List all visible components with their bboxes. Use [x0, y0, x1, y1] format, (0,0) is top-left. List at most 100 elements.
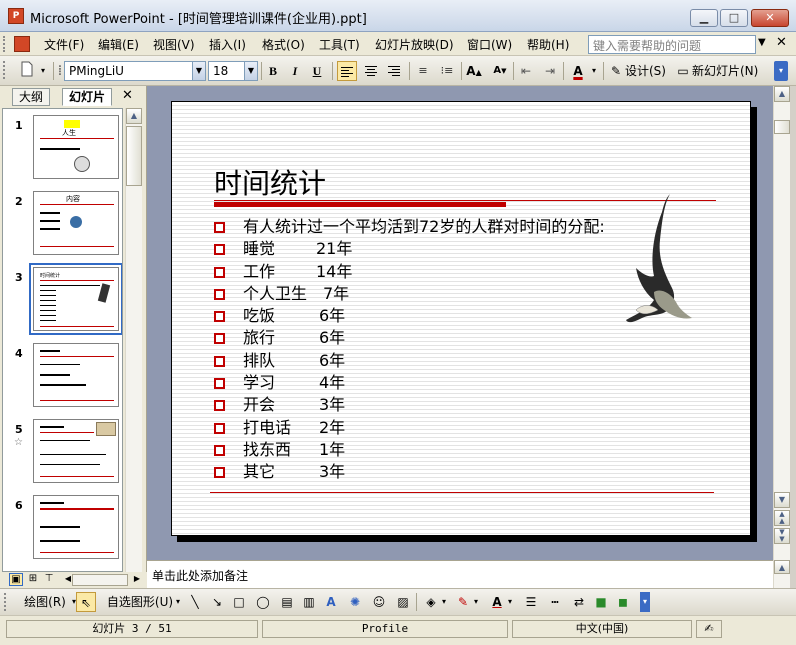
- design-button[interactable]: 设计(S): [625, 61, 671, 81]
- notes-scrollbar[interactable]: ▲: [773, 560, 790, 588]
- clipart-icon[interactable]: ☺: [370, 592, 388, 612]
- font-color-chevron-icon[interactable]: ▾: [589, 61, 599, 81]
- diagram-icon[interactable]: ✺: [346, 592, 364, 612]
- close-document-icon[interactable]: ✕: [776, 35, 787, 50]
- tab-slides[interactable]: 幻灯片: [62, 88, 113, 106]
- draw-menu-button[interactable]: 绘图(R): [18, 592, 72, 612]
- line-color-icon[interactable]: ✎: [454, 592, 472, 612]
- font-size-chevron-icon[interactable]: ▼: [244, 61, 258, 81]
- scroll-thumb[interactable]: [126, 126, 142, 186]
- menu-view[interactable]: 视图(V): [153, 36, 195, 53]
- next-slide-icon[interactable]: ▼ ▼: [774, 528, 790, 544]
- new-slide-button[interactable]: 新幻灯片(N): [692, 61, 766, 81]
- thumbnail-scrollbar[interactable]: ▲: [125, 108, 142, 572]
- spelling-status-icon[interactable]: ✍: [696, 620, 722, 638]
- previous-slide-icon[interactable]: ▲ ▲: [774, 510, 790, 526]
- align-right-button[interactable]: [384, 61, 404, 81]
- scroll-down-icon[interactable]: ▼: [774, 492, 790, 508]
- slide-scrollbar[interactable]: ▲ ▼ ▲ ▲ ▼ ▼: [773, 86, 790, 560]
- underline-button[interactable]: U: [308, 61, 326, 81]
- shadow-style-icon[interactable]: ■: [592, 592, 610, 612]
- toolbar-grip[interactable]: [3, 61, 9, 79]
- oval-tool-icon[interactable]: ◯: [254, 592, 272, 612]
- menu-help[interactable]: 帮助(H): [527, 36, 569, 53]
- select-objects-icon[interactable]: ⇖: [76, 592, 96, 612]
- slide-thumbnail-6[interactable]: [33, 495, 119, 559]
- fill-chevron-icon[interactable]: ▾: [440, 592, 448, 612]
- slide-thumbnail-5[interactable]: [33, 419, 119, 483]
- new-document-icon[interactable]: [18, 61, 36, 81]
- scroll-right-icon[interactable]: ▶: [130, 573, 144, 586]
- ask-question-input[interactable]: 键入需要帮助的问题: [588, 35, 756, 54]
- font-color-icon[interactable]: A: [567, 61, 589, 81]
- menu-format[interactable]: 格式(O): [262, 36, 305, 53]
- slideshow-view-icon[interactable]: ⊤: [42, 573, 56, 586]
- font-toolbar-grip[interactable]: ⁞: [56, 61, 64, 81]
- menubar-grip[interactable]: [3, 36, 7, 52]
- slide-title[interactable]: 时间统计: [214, 162, 326, 202]
- align-center-button[interactable]: [361, 61, 381, 81]
- decrease-indent-icon[interactable]: ⇤: [516, 61, 536, 81]
- slide-sorter-view-icon[interactable]: ⊞: [26, 573, 40, 586]
- maximize-button[interactable]: □: [720, 9, 748, 27]
- minimize-button[interactable]: ▁: [690, 9, 718, 27]
- arrow-style-icon[interactable]: ⇄: [568, 592, 590, 612]
- italic-button[interactable]: I: [286, 61, 304, 81]
- increase-indent-icon[interactable]: ⇥: [540, 61, 560, 81]
- scroll-up-icon[interactable]: ▲: [774, 560, 790, 574]
- vertical-textbox-icon[interactable]: ▥: [300, 592, 318, 612]
- powerpoint-app-icon[interactable]: P: [8, 8, 24, 24]
- toolbar-options-icon[interactable]: ▾: [774, 61, 788, 81]
- menu-slideshow[interactable]: 幻灯片放映(D): [375, 36, 454, 53]
- numbering-icon[interactable]: ≡: [413, 61, 433, 81]
- rectangle-tool-icon[interactable]: □: [230, 592, 248, 612]
- align-left-button[interactable]: [337, 61, 357, 81]
- document-icon[interactable]: [14, 36, 30, 52]
- tab-outline[interactable]: 大纲: [12, 88, 51, 106]
- font-name-chevron-icon[interactable]: ▼: [192, 61, 206, 81]
- scroll-up-icon[interactable]: ▲: [774, 86, 790, 102]
- fill-color-icon[interactable]: ◈: [422, 592, 440, 612]
- arrow-tool-icon[interactable]: ↘: [208, 592, 226, 612]
- draw-font-chevron-icon[interactable]: ▾: [506, 592, 514, 612]
- drawbar-grip[interactable]: [4, 593, 10, 611]
- slide-thumbnail-4[interactable]: [33, 343, 119, 407]
- 3d-style-icon[interactable]: ◼: [614, 592, 632, 612]
- bullets-icon[interactable]: ⁝≡: [437, 61, 457, 81]
- notes-pane[interactable]: 单击此处添加备注: [147, 560, 773, 588]
- menu-insert[interactable]: 插入(I): [209, 36, 246, 53]
- wordart-icon[interactable]: A: [322, 592, 340, 612]
- drawbar-options-icon[interactable]: ▾: [640, 592, 650, 612]
- scroll-thumb[interactable]: [774, 120, 790, 134]
- line-style-icon[interactable]: ☰: [520, 592, 542, 612]
- menu-tools[interactable]: 工具(T): [319, 36, 360, 53]
- autoshapes-button[interactable]: 自选图形(U): [104, 592, 176, 612]
- bullet-box-icon: [214, 422, 225, 434]
- picture-icon[interactable]: ▨: [394, 592, 412, 612]
- close-button[interactable]: ✕: [751, 9, 789, 27]
- line-color-chevron-icon[interactable]: ▾: [472, 592, 480, 612]
- current-slide[interactable]: 时间统计 有人统计过一个平均活到72岁的人群对时间的分配: 睡觉 21年 工作 14…: [171, 101, 751, 536]
- normal-view-icon[interactable]: ▣: [9, 573, 23, 586]
- close-pane-icon[interactable]: ✕: [122, 88, 133, 103]
- font-name-select[interactable]: PMingLiU: [64, 61, 194, 81]
- menu-edit[interactable]: 编辑(E): [98, 36, 139, 53]
- slide-thumbnail-1[interactable]: 人生: [33, 115, 119, 179]
- font-size-select[interactable]: 18: [208, 61, 246, 81]
- slide-thumbnail-3[interactable]: 时间统计: [29, 263, 122, 335]
- chevron-down-icon[interactable]: ▼: [758, 37, 766, 48]
- dash-style-icon[interactable]: ┅: [544, 592, 566, 612]
- toolbar-dropdown-icon[interactable]: ▾: [38, 61, 48, 81]
- menu-window[interactable]: 窗口(W): [467, 36, 512, 53]
- increase-font-icon[interactable]: A▲: [464, 61, 484, 81]
- scroll-up-icon[interactable]: ▲: [126, 108, 142, 124]
- draw-font-color-icon[interactable]: A: [488, 592, 506, 612]
- autoshapes-chevron-icon[interactable]: ▾: [174, 592, 182, 612]
- line-tool-icon[interactable]: ╲: [186, 592, 204, 612]
- menu-file[interactable]: 文件(F): [44, 36, 84, 53]
- horizontal-scrollbar[interactable]: [72, 574, 128, 586]
- textbox-tool-icon[interactable]: ▤: [278, 592, 296, 612]
- slide-thumbnail-2[interactable]: 内容: [33, 191, 119, 255]
- bold-button[interactable]: B: [264, 61, 282, 81]
- decrease-font-icon[interactable]: A▼: [490, 61, 510, 81]
